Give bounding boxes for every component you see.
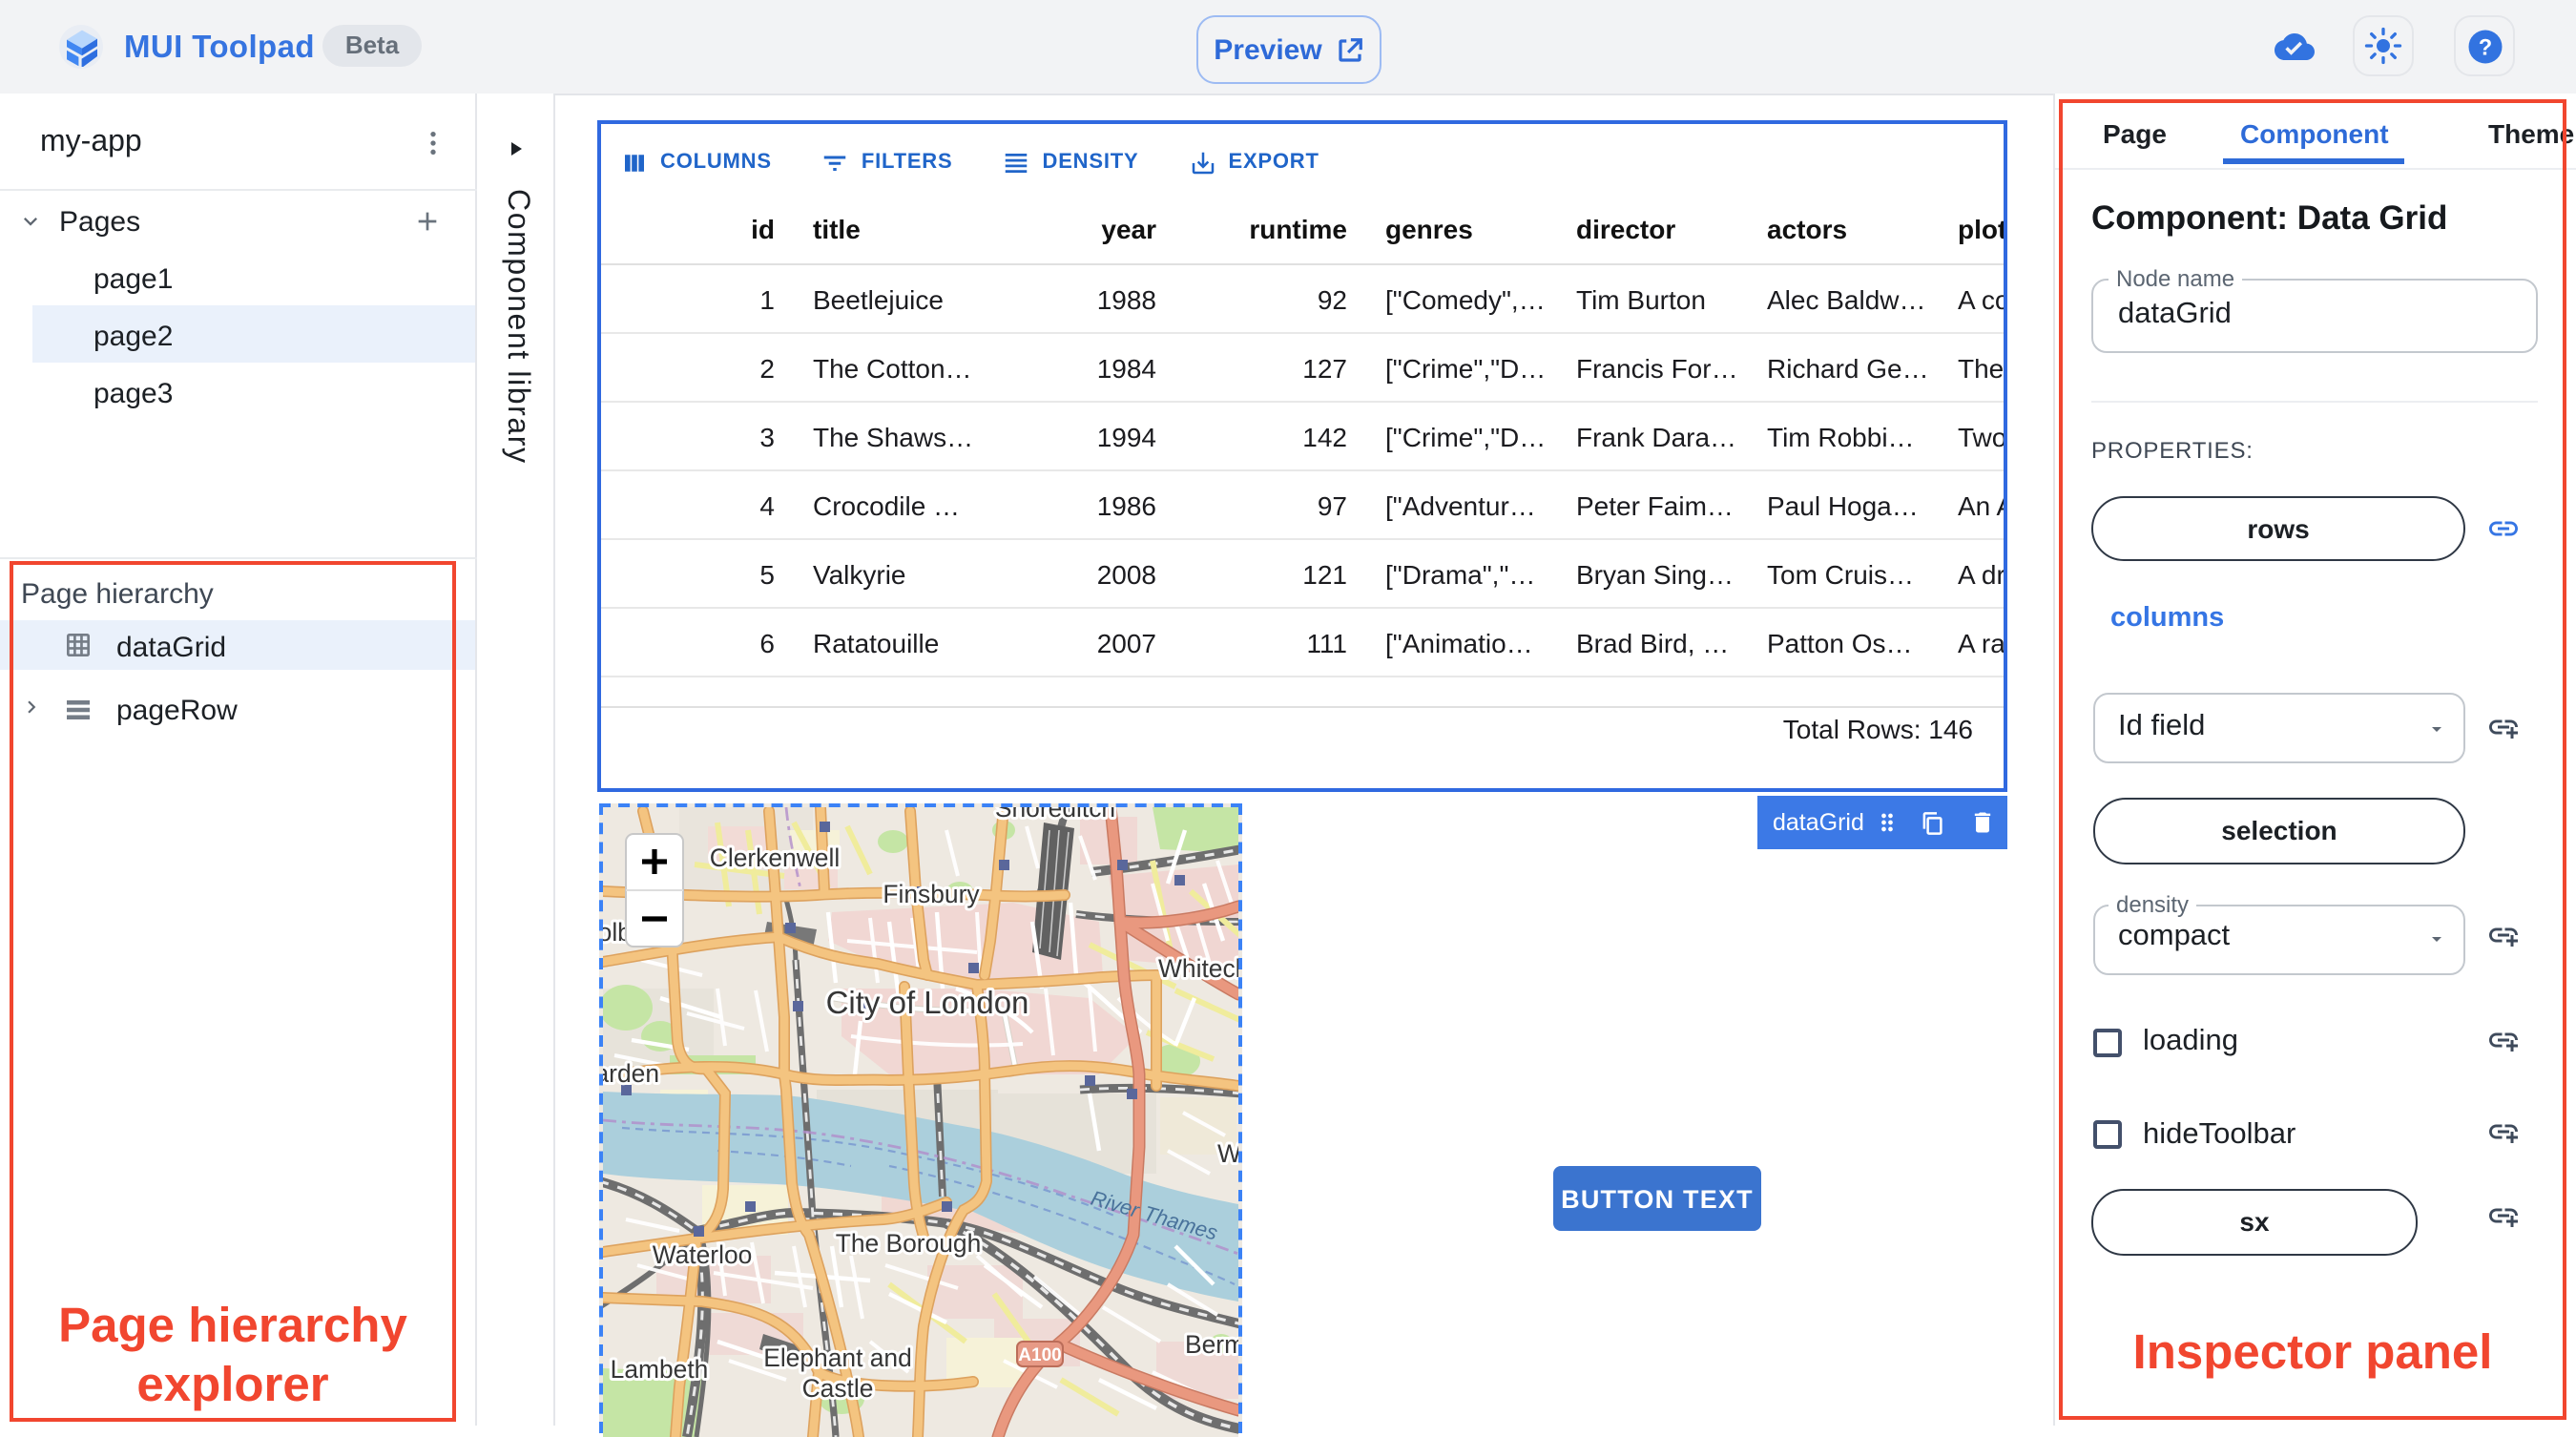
svg-text:Wapping: Wapping	[1217, 1139, 1238, 1168]
svg-text:Garden: Garden	[603, 1059, 659, 1088]
svg-text:Clerkenwell: Clerkenwell	[710, 843, 840, 872]
svg-text:Elephant and: Elephant and	[763, 1343, 912, 1372]
svg-text:City of London: City of London	[826, 985, 1029, 1020]
svg-text:Castle: Castle	[802, 1374, 874, 1403]
svg-text:The Borough: The Borough	[836, 1229, 982, 1258]
svg-text:Shoreditch: Shoreditch	[995, 807, 1115, 823]
svg-text:Whitechapel: Whitechapel	[1158, 954, 1238, 983]
svg-text:Finsbury: Finsbury	[883, 880, 980, 908]
svg-text:A100: A100	[1018, 1345, 1061, 1365]
svg-text:Lambeth: Lambeth	[611, 1355, 709, 1384]
svg-text:Waterloo: Waterloo	[653, 1240, 753, 1269]
svg-text:Bermondsey: Bermondsey	[1185, 1330, 1238, 1359]
svg-text:?: ?	[2478, 34, 2491, 59]
